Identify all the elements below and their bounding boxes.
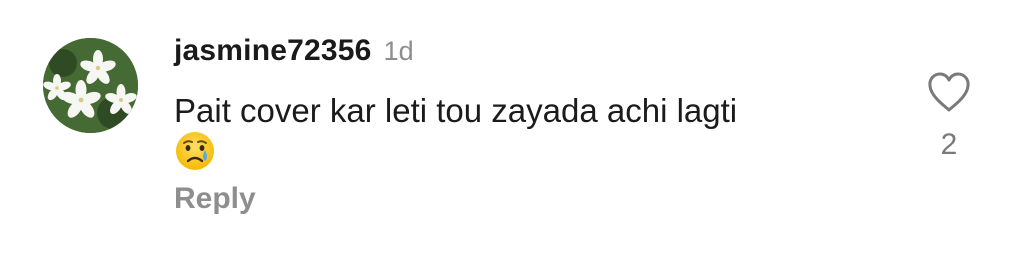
- avatar[interactable]: [43, 38, 138, 133]
- timestamp: 1d: [383, 36, 414, 66]
- username[interactable]: jasmine72356: [174, 34, 372, 68]
- reply-button[interactable]: Reply: [174, 182, 256, 216]
- like-count: 2: [940, 128, 958, 161]
- crying-face-emoji: [174, 130, 216, 172]
- avatar-image: [43, 38, 138, 133]
- comment-text: Pait cover kar leti tou zayada achi lagt…: [174, 92, 738, 129]
- comment-header: jasmine72356 1d: [174, 34, 414, 68]
- heart-outline-icon[interactable]: [926, 70, 972, 114]
- comment-item: jasmine72356 1d Pait cover kar leti tou …: [0, 0, 1024, 258]
